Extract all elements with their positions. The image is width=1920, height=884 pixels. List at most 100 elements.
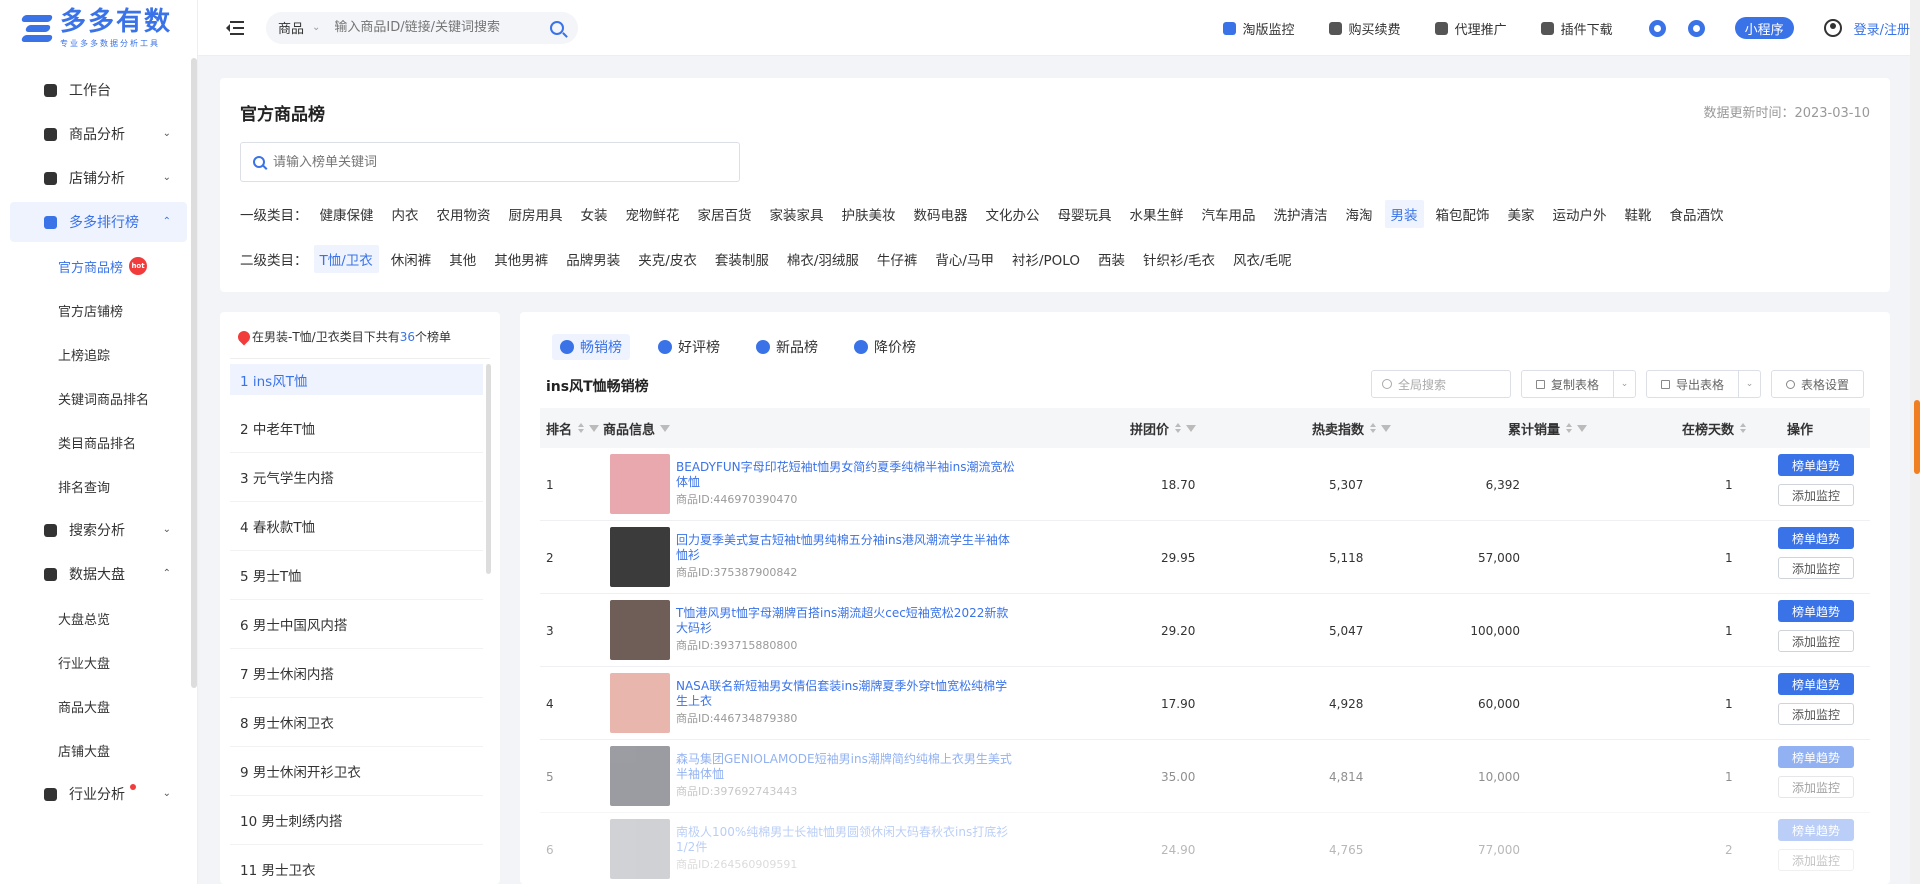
level1-category-item[interactable]: 文化办公 (980, 200, 1046, 228)
rank-list-item[interactable]: 1 ins风T恤 (230, 364, 483, 395)
chevron-down-icon[interactable]: ⌄ (1612, 371, 1635, 397)
table-settings-button[interactable]: 表格设置 (1770, 370, 1864, 398)
level1-category-item[interactable]: 家装家具 (764, 200, 830, 228)
add-monitor-button[interactable]: 添加监控 (1778, 776, 1854, 798)
rank-list-item[interactable]: 2 中老年T恤 (230, 404, 483, 453)
collapse-menu-icon[interactable] (226, 20, 244, 35)
sidebar-subitem-4[interactable]: 官方商品榜 hot (0, 246, 197, 286)
level1-category-item[interactable]: 食品酒饮 (1664, 200, 1730, 228)
level1-category-item[interactable]: 数码电器 (908, 200, 974, 228)
sidebar-item-2[interactable]: 店铺分析 ⌄ (10, 158, 187, 198)
filter-icon[interactable] (589, 424, 600, 432)
search-icon[interactable] (550, 20, 565, 35)
tab-0[interactable]: 畅销榜 (552, 334, 630, 360)
sidebar-scrollbar[interactable] (191, 58, 197, 688)
rank-trend-button[interactable]: 榜单趋势 (1778, 673, 1854, 695)
rank-trend-button[interactable]: 榜单趋势 (1778, 600, 1854, 622)
list-scrollbar[interactable] (486, 364, 491, 574)
level2-category-item[interactable]: 棉衣/羽绒服 (781, 245, 865, 273)
rank-trend-button[interactable]: 榜单趋势 (1778, 527, 1854, 549)
rank-list-item[interactable]: 8 男士休闲卫衣 (230, 698, 483, 747)
product-name-link[interactable]: 南极人100%纯棉男士长袖t恤男圆领休闲大码春秋衣ins打底衫1/2件 (676, 825, 1016, 855)
add-monitor-button[interactable]: 添加监控 (1778, 630, 1854, 652)
column-hot-index[interactable]: 热卖指数 (1312, 419, 1392, 438)
level2-category-item[interactable]: 其他男裤 (488, 245, 554, 273)
level1-category-item[interactable]: 男装 (1384, 200, 1424, 228)
add-monitor-button[interactable]: 添加监控 (1778, 484, 1854, 506)
product-name-link[interactable]: BEADYFUN字母印花短袖t恤男女简约夏季纯棉半袖ins潮流宽松体恤 (676, 460, 1016, 490)
table-search[interactable]: 全局搜索 (1370, 370, 1511, 398)
sort-icon[interactable] (1566, 423, 1573, 433)
rank-trend-button[interactable]: 榜单趋势 (1778, 746, 1854, 768)
sort-icon[interactable] (1740, 423, 1747, 433)
column-days[interactable]: 在榜天数 (1682, 419, 1747, 438)
level1-category-item[interactable]: 汽车用品 (1196, 200, 1262, 228)
sidebar-subitem-5[interactable]: 官方店铺榜 (0, 290, 197, 330)
support-icon[interactable] (1687, 19, 1705, 37)
add-monitor-button[interactable]: 添加监控 (1778, 849, 1854, 871)
rank-trend-button[interactable]: 榜单趋势 (1778, 819, 1854, 841)
level1-category-item[interactable]: 宠物鲜花 (620, 200, 686, 228)
sidebar-subitem-8[interactable]: 类目商品排名 (0, 422, 197, 462)
sort-icon[interactable] (578, 423, 585, 433)
sidebar-subitem-15[interactable]: 店铺大盘 (0, 730, 197, 770)
filter-icon[interactable] (1381, 424, 1392, 432)
product-thumbnail[interactable] (610, 454, 670, 514)
rank-list-item[interactable]: 10 男士刺绣内搭 (230, 796, 483, 845)
rank-list-item[interactable]: 5 男士T恤 (230, 551, 483, 600)
rank-trend-button[interactable]: 榜单趋势 (1778, 454, 1854, 476)
purchase-link[interactable]: 购买续费 (1328, 19, 1401, 38)
level1-category-item[interactable]: 护肤美妆 (836, 200, 902, 228)
chevron-down-icon[interactable]: ⌄ (1737, 371, 1760, 397)
level2-category-item[interactable]: 套装制服 (709, 245, 775, 273)
product-name-link[interactable]: T恤港风男t恤字母潮牌百搭ins潮流超火cec短袖宽松2022新款大码衫 (676, 606, 1016, 636)
product-thumbnail[interactable] (610, 527, 670, 587)
product-name-link[interactable]: 森马集团GENIOLAMODE短袖男ins潮牌简约纯棉上衣男生美式半袖体恤 (676, 752, 1016, 782)
level1-category-item[interactable]: 女装 (575, 200, 614, 228)
sidebar-item-16[interactable]: 行业分析 ⌄ (10, 774, 187, 814)
product-name-link[interactable]: NASA联名新短袖男女情侣套装ins潮牌夏季外穿t恤宽松纯棉学生上衣 (676, 679, 1016, 709)
level2-category-item[interactable]: 休闲裤 (385, 245, 438, 273)
level2-category-item[interactable]: 针织衫/毛衣 (1137, 245, 1221, 273)
sidebar-subitem-14[interactable]: 商品大盘 (0, 686, 197, 726)
sort-icon[interactable] (1370, 423, 1377, 433)
level1-category-item[interactable]: 家居百货 (692, 200, 758, 228)
tab-2[interactable]: 新品榜 (748, 334, 826, 360)
column-rank[interactable]: 排名 (546, 419, 600, 438)
page-scrollbar[interactable] (1910, 0, 1920, 884)
level2-category-item[interactable]: T恤/卫衣 (313, 245, 379, 273)
sidebar-item-10[interactable]: 搜索分析 ⌄ (10, 510, 187, 550)
level1-category-item[interactable]: 运动户外 (1547, 200, 1613, 228)
user-icon[interactable] (1823, 19, 1842, 37)
sidebar-item-11[interactable]: 数据大盘 ⌃ (10, 554, 187, 594)
search-input[interactable] (334, 20, 545, 35)
add-monitor-button[interactable]: 添加监控 (1778, 557, 1854, 579)
level2-category-item[interactable]: 夹克/皮衣 (632, 245, 703, 273)
level2-category-item[interactable]: 其他 (443, 245, 482, 273)
sort-icon[interactable] (1175, 423, 1182, 433)
notification-icon[interactable] (1648, 19, 1666, 37)
tab-1[interactable]: 好评榜 (650, 334, 728, 360)
product-name-link[interactable]: 回力夏季美式复古短袖t恤男纯棉五分袖ins港风潮流学生半袖体恤衫 (676, 533, 1016, 563)
sidebar-subitem-9[interactable]: 排名查询 (0, 466, 197, 506)
rank-list-item[interactable]: 11 男士卫衣 (230, 845, 483, 884)
level1-category-item[interactable]: 厨房用具 (503, 200, 569, 228)
mini-program-button[interactable]: 小程序 (1734, 17, 1794, 39)
product-thumbnail[interactable] (610, 600, 670, 660)
level2-category-item[interactable]: 西装 (1092, 245, 1131, 273)
level1-category-item[interactable]: 母婴玩具 (1052, 200, 1118, 228)
level1-category-item[interactable]: 农用物资 (431, 200, 497, 228)
rank-keyword-input[interactable] (273, 154, 713, 170)
level1-category-item[interactable]: 美家 (1502, 200, 1541, 228)
agent-link[interactable]: 代理推广 (1434, 19, 1507, 38)
product-thumbnail[interactable] (610, 819, 670, 879)
rank-list-item[interactable]: 3 元气学生内搭 (230, 453, 483, 502)
sidebar-subitem-7[interactable]: 关键词商品排名 (0, 378, 197, 418)
column-sales[interactable]: 累计销量 (1508, 419, 1588, 438)
level2-category-item[interactable]: 背心/马甲 (929, 245, 1000, 273)
copy-table-button[interactable]: 复制表格 ⌄ (1520, 370, 1636, 398)
sidebar-subitem-6[interactable]: 上榜追踪 (0, 334, 197, 374)
tab-3[interactable]: 降价榜 (846, 334, 924, 360)
column-product[interactable]: 商品信息 (603, 419, 671, 438)
product-thumbnail[interactable] (610, 673, 670, 733)
